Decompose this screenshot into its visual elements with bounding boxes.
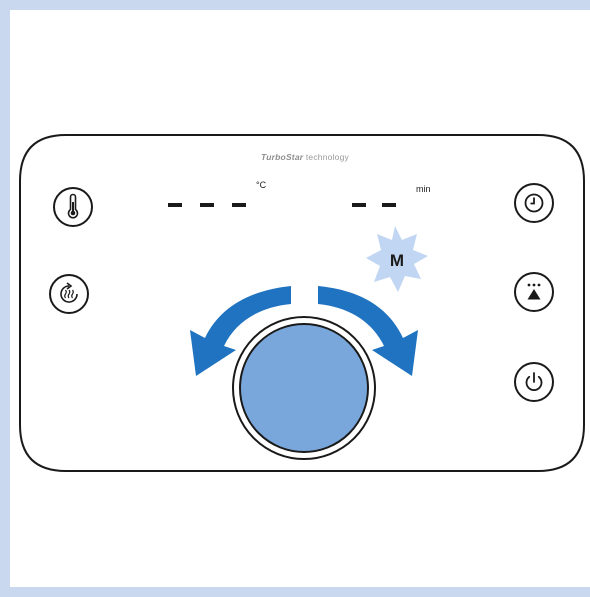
- selector-dial[interactable]: [232, 316, 376, 460]
- menu-badge: M: [366, 226, 428, 292]
- badge-label: M: [390, 251, 404, 270]
- dial-area: M: [190, 226, 428, 460]
